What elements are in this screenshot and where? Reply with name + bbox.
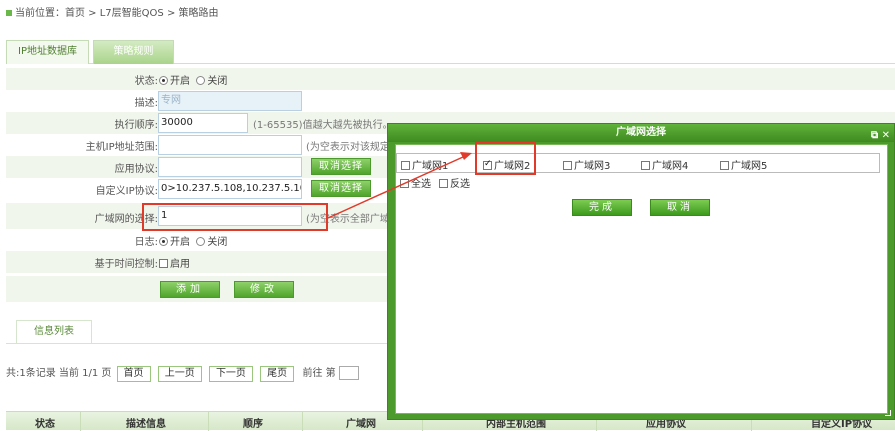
annotation-arrow — [327, 152, 472, 219]
